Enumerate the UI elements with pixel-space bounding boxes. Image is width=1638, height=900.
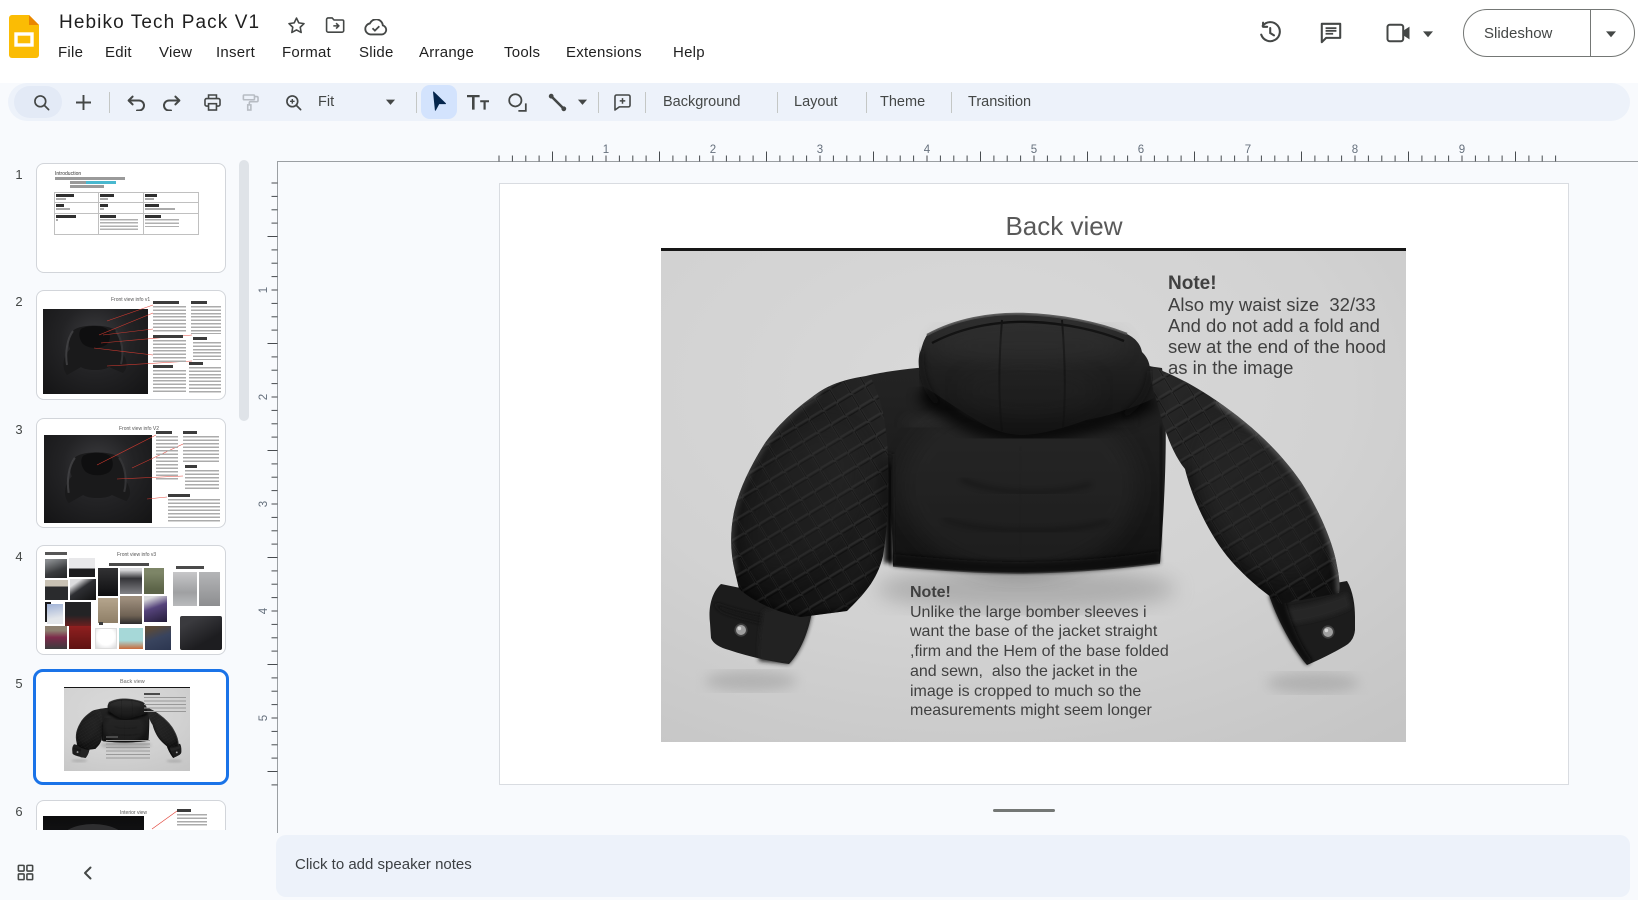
svg-text:7: 7 xyxy=(1245,144,1251,156)
svg-text:3: 3 xyxy=(258,501,270,507)
svg-text:8: 8 xyxy=(1352,144,1358,156)
svg-text:2: 2 xyxy=(258,394,270,400)
svg-text:3: 3 xyxy=(817,144,823,156)
svg-text:2: 2 xyxy=(710,144,716,156)
svg-text:4: 4 xyxy=(924,144,931,156)
svg-text:1: 1 xyxy=(258,287,270,293)
svg-text:4: 4 xyxy=(258,607,270,614)
svg-text:5: 5 xyxy=(258,715,270,721)
svg-text:6: 6 xyxy=(1138,144,1144,156)
svg-text:5: 5 xyxy=(1031,144,1037,156)
svg-text:1: 1 xyxy=(603,144,609,156)
svg-text:9: 9 xyxy=(1459,144,1465,156)
